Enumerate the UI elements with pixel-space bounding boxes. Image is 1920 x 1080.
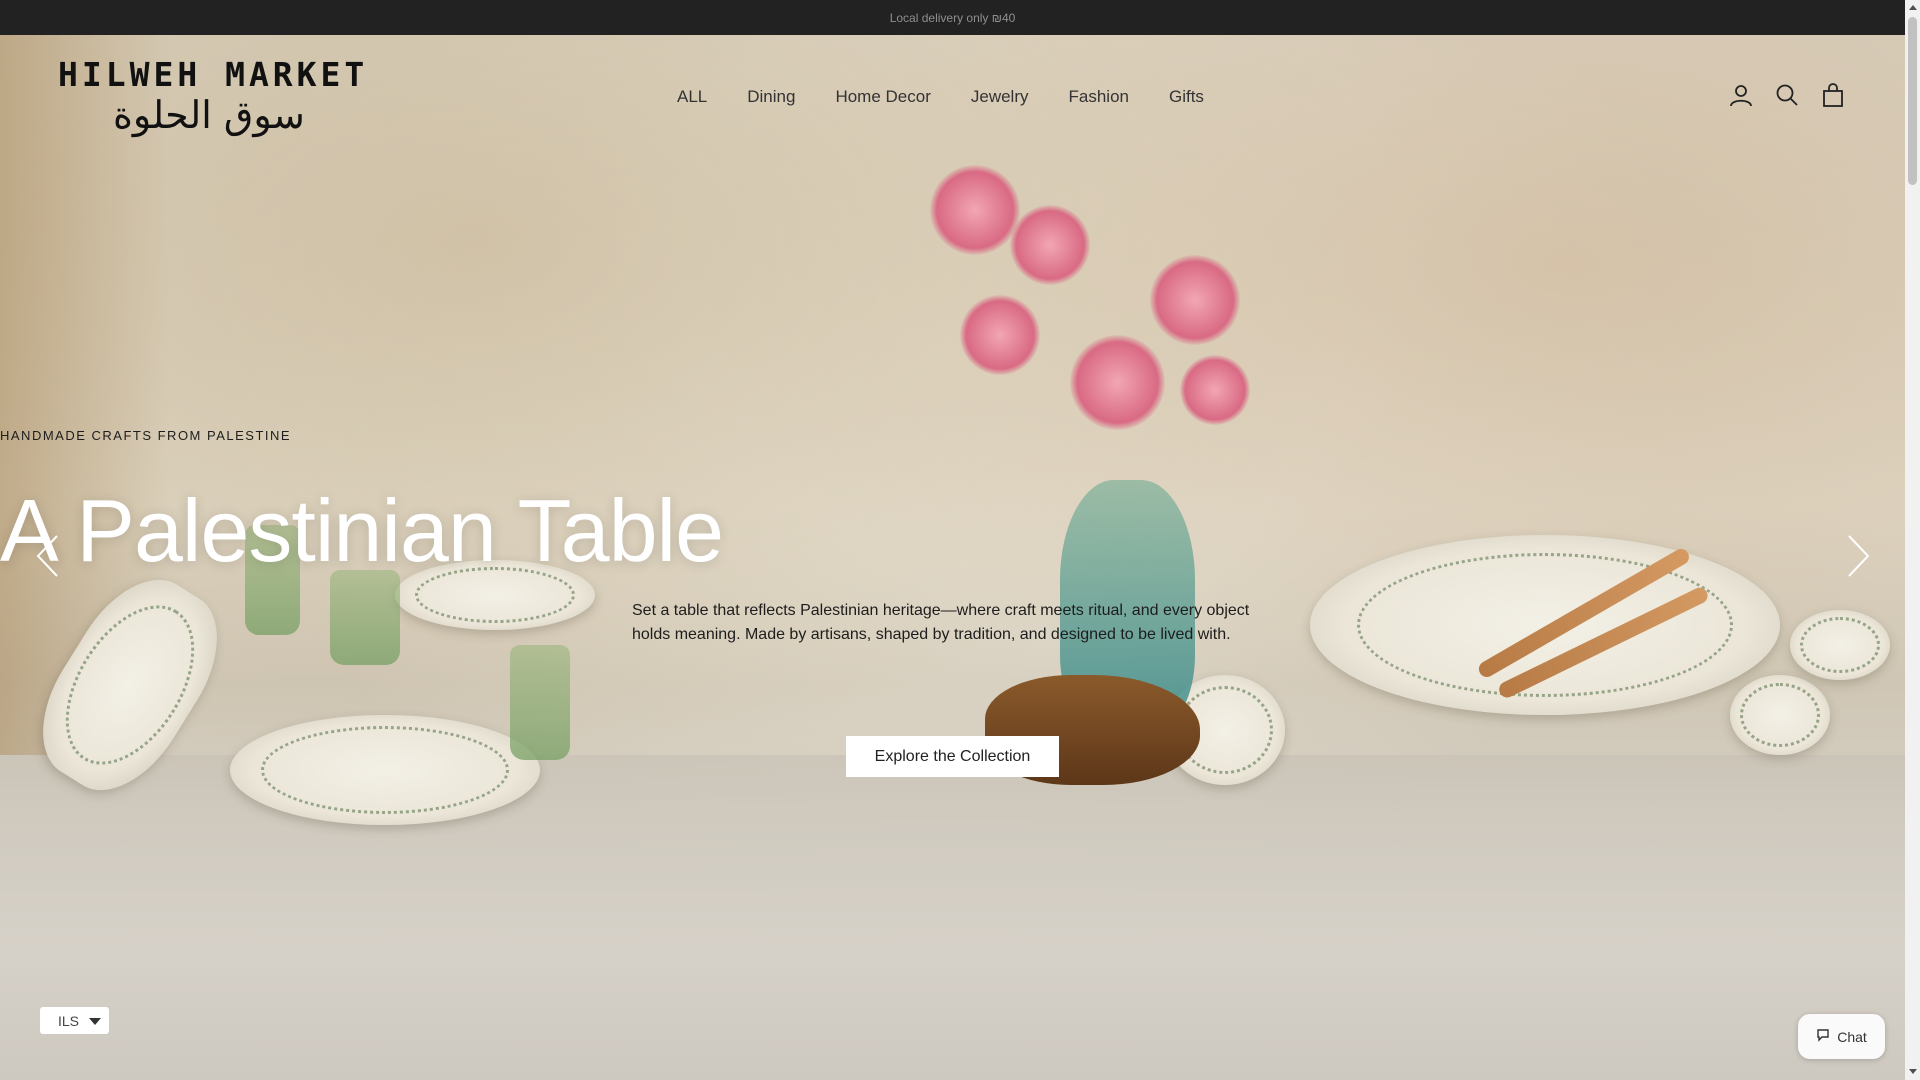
brand-logo[interactable]: HILWEH MARKET سوق الحلوة xyxy=(58,55,364,155)
scroll-up-arrow-icon[interactable] xyxy=(1909,5,1917,10)
currency-selector[interactable]: ILS xyxy=(40,1007,109,1034)
scrollbar-thumb[interactable] xyxy=(1908,17,1917,185)
nav-item-fashion[interactable]: Fashion xyxy=(1069,87,1129,107)
cart-icon[interactable] xyxy=(1821,83,1845,107)
hero-title: A Palestinian Table xyxy=(0,481,724,580)
glass-image xyxy=(330,570,400,665)
header-actions xyxy=(1729,83,1845,107)
brand-logo-text: HILWEH MARKET xyxy=(58,55,369,94)
hero-description: Set a table that reflects Palestinian he… xyxy=(632,602,1250,643)
brand-logo-arabic: سوق الحلوة xyxy=(113,93,305,137)
nav-item-gifts[interactable]: Gifts xyxy=(1169,87,1204,107)
bowl-image xyxy=(1790,610,1890,680)
account-icon[interactable] xyxy=(1729,83,1753,107)
explore-collection-button[interactable]: Explore the Collection xyxy=(846,736,1059,777)
page-scrollbar[interactable] xyxy=(1905,0,1920,1080)
flower-image xyxy=(1070,335,1165,430)
announcement-text: Local delivery only ₪40 xyxy=(889,10,1016,25)
chat-label: Chat xyxy=(1837,1028,1867,1045)
search-icon[interactable] xyxy=(1775,83,1799,107)
glass-image xyxy=(510,645,570,760)
flower-image xyxy=(1010,205,1090,285)
scroll-down-arrow-icon[interactable] xyxy=(1909,1069,1917,1074)
hero-banner: HANDMADE CRAFTS FROM PALESTINE A Palesti… xyxy=(0,35,1905,1080)
flower-image xyxy=(960,295,1040,375)
main-navigation: ALL Dining Home Decor Jewelry Fashion Gi… xyxy=(677,87,1204,107)
plate-image xyxy=(230,715,540,825)
currency-value: ILS xyxy=(58,1012,80,1029)
announcement-bar: Local delivery only ₪40 xyxy=(0,0,1905,35)
nav-item-all[interactable]: ALL xyxy=(677,87,707,107)
hero-eyebrow: HANDMADE CRAFTS FROM PALESTINE xyxy=(0,428,292,443)
nav-item-dining[interactable]: Dining xyxy=(747,87,795,107)
flower-image xyxy=(1180,355,1250,425)
flower-image xyxy=(1150,255,1240,345)
nav-item-home-decor[interactable]: Home Decor xyxy=(835,87,930,107)
chevron-down-icon xyxy=(89,1018,101,1025)
chat-button[interactable]: Chat xyxy=(1798,1014,1885,1059)
bowl-image xyxy=(1730,675,1830,755)
site-header: HILWEH MARKET سوق الحلوة ALL Dining Home… xyxy=(0,35,1905,165)
nav-item-jewelry[interactable]: Jewelry xyxy=(971,87,1029,107)
chat-bubble-icon xyxy=(1816,1028,1830,1045)
next-slide-arrow-icon[interactable] xyxy=(1843,533,1873,579)
flower-image xyxy=(930,165,1020,255)
previous-slide-arrow-icon[interactable] xyxy=(33,533,63,579)
